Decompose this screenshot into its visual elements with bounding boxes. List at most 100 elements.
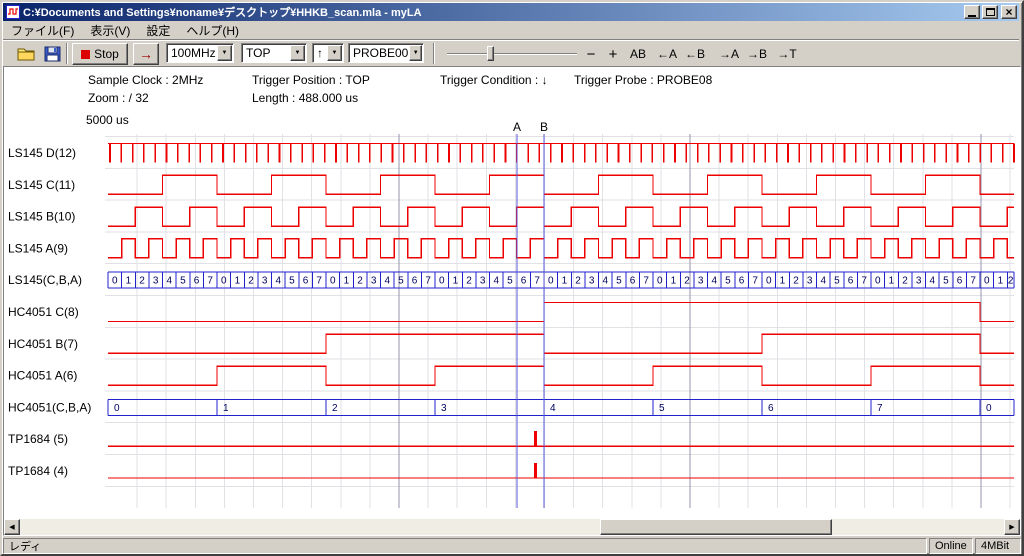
move-marker-b-left-button[interactable]: ←B bbox=[681, 43, 709, 65]
save-file-button[interactable] bbox=[41, 43, 65, 65]
signal-row-7: HC4051 A(6) bbox=[8, 366, 1014, 385]
trigger-position-combo[interactable]: TOP ▼ bbox=[241, 43, 307, 63]
sample-clock-info: Sample Clock : 2MHz bbox=[88, 73, 203, 87]
signal-row-9: TP1684 (5) bbox=[8, 431, 1014, 446]
marker-a[interactable]: A bbox=[513, 120, 521, 508]
bus-value: 4 bbox=[930, 276, 936, 287]
scroll-left-button[interactable]: ◀ bbox=[4, 519, 20, 535]
ab-span-button[interactable]: AB bbox=[625, 43, 651, 65]
zoom-in-button[interactable]: + bbox=[603, 43, 623, 65]
scrollbar-track[interactable] bbox=[20, 519, 1004, 535]
move-marker-a-right-button[interactable]: →A bbox=[715, 43, 743, 65]
signal-row-2: LS145 B(10) bbox=[8, 207, 1014, 226]
minimize-icon bbox=[968, 15, 976, 17]
bus-value: 4 bbox=[712, 276, 718, 287]
signal-label: HC4051 C(8) bbox=[8, 305, 79, 319]
close-icon: × bbox=[1005, 7, 1012, 17]
signal-row-3: LS145 A(9) bbox=[8, 239, 1014, 258]
bus-value: 2 bbox=[902, 276, 908, 287]
zoom-slider-thumb[interactable] bbox=[487, 46, 494, 61]
sample-clock-combo[interactable]: 100MHz ▼ bbox=[166, 43, 234, 63]
signal-row-10: TP1684 (4) bbox=[8, 463, 1014, 478]
bus-value: 7 bbox=[643, 276, 649, 287]
bus-value: 2 bbox=[332, 403, 338, 414]
bus-value: 0 bbox=[984, 276, 990, 287]
bus-value: 4 bbox=[494, 276, 500, 287]
marker-label: A bbox=[513, 120, 521, 134]
dropdown-arrow-glyph: ▼ bbox=[222, 50, 228, 56]
run-arrow-icon: → bbox=[139, 46, 153, 62]
window-title: C:¥Documents and Settings¥noname¥デスクトップ¥… bbox=[23, 4, 962, 20]
close-button[interactable]: × bbox=[1001, 5, 1017, 19]
bus-value: 7 bbox=[970, 276, 976, 287]
bus-value: 3 bbox=[153, 276, 159, 287]
zoom-slider[interactable] bbox=[447, 43, 577, 65]
scrollbar-thumb[interactable] bbox=[600, 519, 832, 535]
zoom-slider-track[interactable] bbox=[447, 53, 577, 55]
chevron-down-icon[interactable]: ▼ bbox=[290, 45, 305, 61]
bus-value: 4 bbox=[276, 276, 282, 287]
open-file-button[interactable] bbox=[15, 43, 39, 65]
menu-settings[interactable]: 設定 bbox=[138, 21, 178, 40]
signal-label: HC4051 B(7) bbox=[8, 337, 78, 351]
bus-value: 0 bbox=[875, 276, 881, 287]
marker-label: B bbox=[540, 120, 548, 134]
marker-b[interactable]: B bbox=[540, 120, 548, 508]
horizontal-scrollbar[interactable]: ◀ ▶ bbox=[4, 519, 1020, 535]
signal-label: TP1684 (5) bbox=[8, 432, 68, 446]
menu-help[interactable]: ヘルプ(H) bbox=[178, 21, 247, 40]
menu-view[interactable]: 表示(V) bbox=[82, 21, 138, 40]
minimize-button[interactable] bbox=[964, 5, 980, 19]
signal-label: LS145 A(9) bbox=[8, 241, 68, 255]
bus-value: 2 bbox=[793, 276, 799, 287]
chevron-down-icon[interactable]: ▼ bbox=[327, 45, 342, 61]
status-online: Online bbox=[929, 538, 973, 554]
bus-value: 1 bbox=[235, 276, 241, 287]
run-button[interactable]: → bbox=[133, 43, 159, 65]
probe-value: PROBE00 bbox=[349, 46, 408, 60]
stop-label: Stop bbox=[94, 47, 119, 61]
statusbar: レディ Online 4MBit bbox=[3, 538, 1021, 554]
bus-value: 2 bbox=[139, 276, 145, 287]
maximize-icon bbox=[986, 8, 995, 16]
maximize-button[interactable] bbox=[982, 5, 998, 19]
bus-value: 5 bbox=[943, 276, 949, 287]
signal-label: HC4051(C,B,A) bbox=[8, 400, 91, 414]
toolbar-separator bbox=[433, 43, 435, 64]
scroll-right-button[interactable]: ▶ bbox=[1004, 519, 1020, 535]
signal-row-6: HC4051 B(7) bbox=[8, 334, 1014, 353]
scroll-left-icon: ◀ bbox=[9, 523, 14, 531]
bus-value: 1 bbox=[671, 276, 677, 287]
chevron-down-icon[interactable]: ▼ bbox=[217, 45, 232, 61]
bus-value: 5 bbox=[180, 276, 186, 287]
stop-button[interactable]: Stop bbox=[72, 43, 128, 65]
move-marker-b-right-button[interactable]: →B bbox=[743, 43, 771, 65]
pulse-mark bbox=[534, 463, 537, 478]
menu-file[interactable]: ファイル(F) bbox=[3, 21, 82, 40]
open-folder-icon bbox=[17, 46, 37, 62]
trigger-edge-combo[interactable]: ↑ ▼ bbox=[312, 43, 344, 63]
status-memory: 4MBit bbox=[975, 538, 1021, 554]
bus-value: 0 bbox=[330, 276, 336, 287]
probe-combo[interactable]: PROBE00 ▼ bbox=[348, 43, 424, 63]
signal-label: LS145 B(10) bbox=[8, 210, 75, 224]
chevron-down-icon[interactable]: ▼ bbox=[409, 45, 422, 61]
signal-row-1: LS145 C(11) bbox=[8, 175, 1014, 194]
toolbar: Stop → 100MHz ▼ TOP ▼ ↑ ▼ PROBE00 ▼ − + … bbox=[3, 39, 1019, 66]
bus-value: 2 bbox=[1008, 276, 1014, 287]
pulse-mark bbox=[534, 431, 537, 446]
app-icon bbox=[6, 5, 20, 19]
bus-value: 4 bbox=[385, 276, 391, 287]
goto-trigger-button[interactable]: →T bbox=[773, 43, 801, 65]
bus-value: 5 bbox=[398, 276, 404, 287]
bus-value: 3 bbox=[698, 276, 704, 287]
zoom-out-button[interactable]: − bbox=[581, 43, 601, 65]
bus-value: 3 bbox=[589, 276, 595, 287]
bus-value: 6 bbox=[630, 276, 636, 287]
move-marker-a-left-button[interactable]: ←A bbox=[653, 43, 681, 65]
time-scale-label: 5000 us bbox=[86, 113, 129, 127]
titlebar[interactable]: C:¥Documents and Settings¥noname¥デスクトップ¥… bbox=[3, 3, 1019, 21]
bus-value: 4 bbox=[603, 276, 609, 287]
bus-value: 5 bbox=[725, 276, 731, 287]
bus-value: 3 bbox=[807, 276, 813, 287]
